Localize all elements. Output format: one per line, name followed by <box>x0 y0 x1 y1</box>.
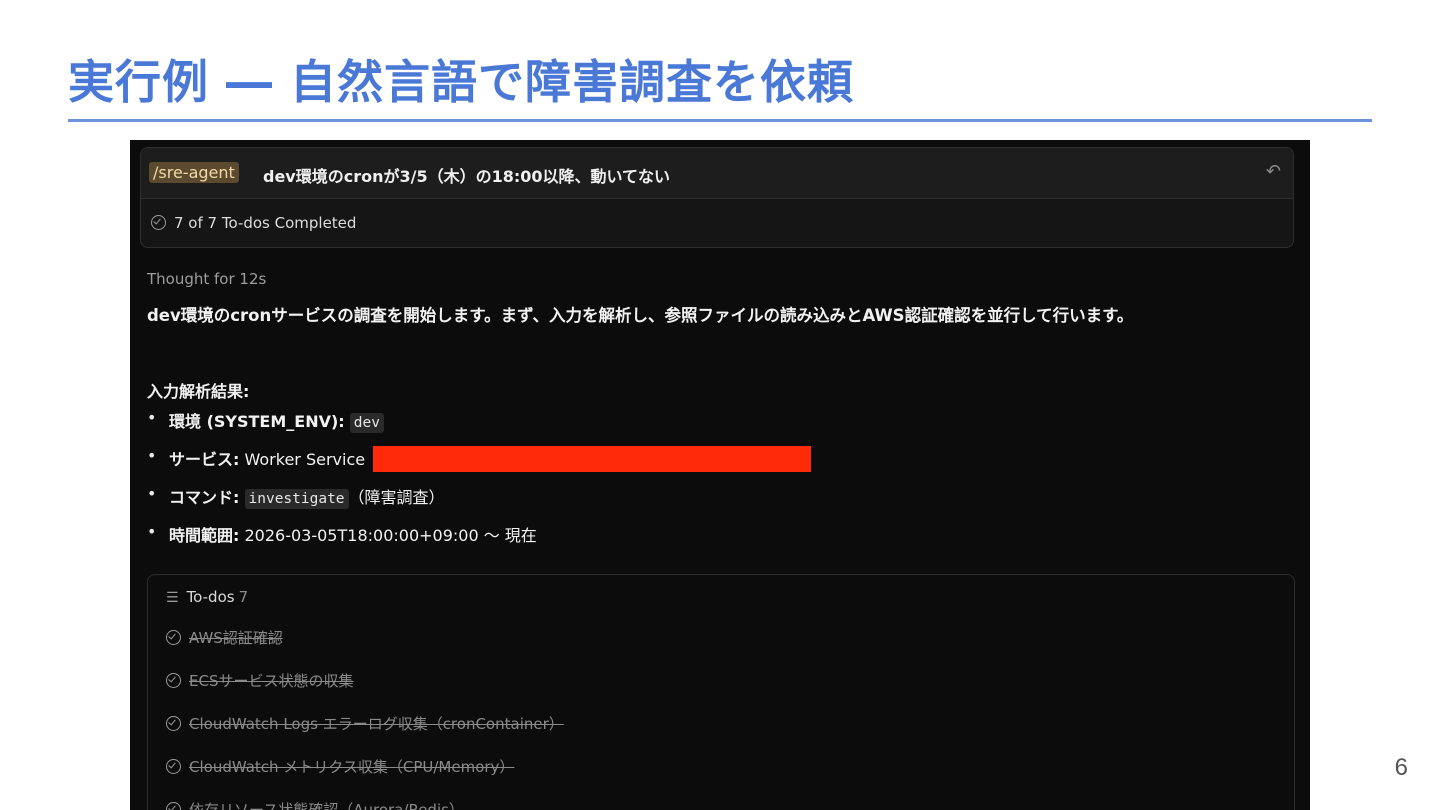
check-circle-icon <box>166 802 181 810</box>
parse-result-heading: 入力解析結果: <box>147 382 250 401</box>
env-code: dev <box>349 413 384 433</box>
check-circle-icon <box>166 759 181 774</box>
response-paragraph: dev環境のcronサービスの調査を開始します。まず、入力を解析し、参照ファイル… <box>147 306 1134 325</box>
title-rule <box>68 119 1372 122</box>
command-chip: /sre-agent <box>149 162 239 183</box>
check-circle-icon <box>166 716 181 731</box>
checklist-icon: ☰ <box>166 590 179 606</box>
check-circle-icon <box>166 630 181 645</box>
agent-chat-panel: /sre-agent dev環境のcronが3/5（木）の18:00以降、動いて… <box>130 140 1310 810</box>
todo-item[interactable]: CloudWatch Logs エラーログ収集（cronContainer） <box>166 713 564 756</box>
todo-summary-text: 7 of 7 To-dos Completed <box>174 214 357 232</box>
parse-result-list: 環境 (SYSTEM_ENV): dev サービス: Worker Servic… <box>147 408 812 560</box>
check-circle-icon <box>166 673 181 688</box>
todo-item[interactable]: CloudWatch メトリクス収集（CPU/Memory） <box>166 756 564 799</box>
slide-title: 実行例 ― 自然言語で障害調査を依頼 <box>68 55 855 109</box>
page-number: 6 <box>1394 754 1408 781</box>
todo-item[interactable]: AWS認証確認 <box>166 627 564 670</box>
todo-list: AWS認証確認 ECSサービス状態の収集 CloudWatch Logs エラー… <box>166 627 564 810</box>
todo-item[interactable]: ECSサービス状態の収集 <box>166 670 564 713</box>
command-code: investigate <box>244 489 349 509</box>
todos-card: ☰ To-dos 7 AWS認証確認 ECSサービス状態の収集 CloudWatch… <box>147 574 1295 810</box>
prompt-row[interactable]: /sre-agent dev環境のcronが3/5（木）の18:00以降、動いて… <box>141 148 1293 199</box>
todos-header[interactable]: ☰ To-dos 7 <box>166 588 248 606</box>
list-item: コマンド: investigate（障害調査） <box>147 484 811 522</box>
undo-icon[interactable]: ↶ <box>1266 161 1281 182</box>
list-item: サービス: Worker Service <box>147 446 812 484</box>
check-circle-icon <box>151 215 166 230</box>
list-item: 時間範囲: 2026-03-05T18:00:00+09:00 〜 現在 <box>147 522 811 560</box>
redaction-bar <box>373 446 812 472</box>
list-item: 環境 (SYSTEM_ENV): dev <box>147 408 811 446</box>
todo-summary[interactable]: 7 of 7 To-dos Completed <box>151 214 356 232</box>
prompt-text: dev環境のcronが3/5（木）の18:00以降、動いてない <box>263 167 671 186</box>
thought-duration[interactable]: Thought for 12s <box>147 270 266 288</box>
prompt-box: /sre-agent dev環境のcronが3/5（木）の18:00以降、動いて… <box>140 147 1294 248</box>
todo-item[interactable]: 依存リソース状態確認（Aurora/Redis） <box>166 799 564 810</box>
todo-count: 7 <box>238 588 249 606</box>
